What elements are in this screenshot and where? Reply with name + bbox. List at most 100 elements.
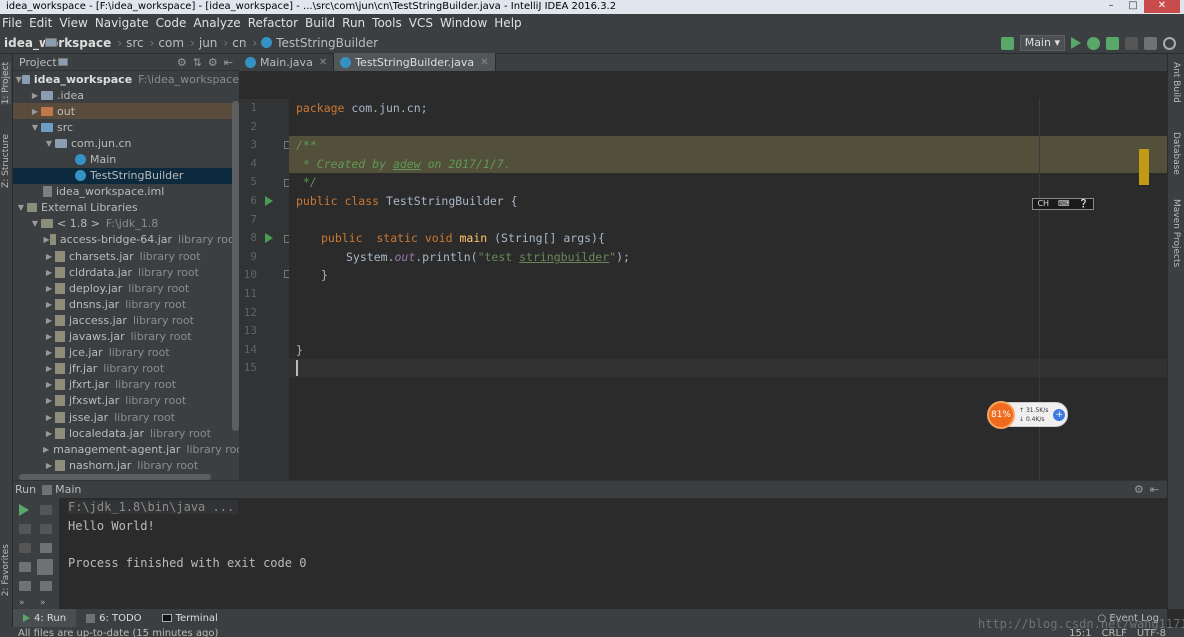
menu-analyze[interactable]: Analyze (191, 16, 245, 30)
menu-code[interactable]: Code (154, 16, 192, 30)
menu-refactor[interactable]: Refactor (246, 16, 303, 30)
keyboard-icon[interactable]: ⌨ (1058, 199, 1070, 209)
run-gutter-icon[interactable] (265, 233, 273, 243)
tool-structure[interactable]: Z: Structure (1, 134, 11, 188)
tab-terminal[interactable]: Terminal (152, 609, 228, 627)
menu-tools[interactable]: Tools (370, 16, 407, 30)
tree-item[interactable]: ▶ charsets.jar library root (13, 248, 239, 264)
run-config-select[interactable]: Main ▾ (1019, 35, 1065, 51)
breadcrumb-class[interactable]: TestStringBuilder (276, 36, 378, 50)
tab-main-java[interactable]: Main.java ✕ (239, 53, 335, 71)
chevron-right-icon[interactable]: ▶ (29, 107, 41, 116)
ime-toolbar[interactable]: CH ⌨ ❔ (1032, 198, 1094, 210)
chevron-down-icon[interactable]: ▼ (29, 123, 41, 132)
minimize-icon[interactable]: – (1100, 0, 1122, 13)
tree-item[interactable]: ▶ dnsns.jar library root (13, 296, 239, 312)
chevron-right-icon[interactable]: ▶ (43, 461, 55, 470)
chevron-right-icon[interactable]: ▶ (43, 364, 55, 373)
settings-icon[interactable]: ⚙ (208, 56, 218, 69)
chevron-right-icon[interactable]: ▶ (43, 380, 55, 389)
tree-item[interactable]: Main (13, 151, 239, 167)
help-icon[interactable]: ❔ (1079, 199, 1089, 209)
restore-layout-icon[interactable] (19, 562, 31, 572)
console-output[interactable]: F:\jdk_1.8\bin\java ... Hello World! Pro… (68, 498, 306, 572)
tree-item[interactable]: idea_workspace.iml (13, 184, 239, 200)
tree-item[interactable]: ▶ jaccess.jar library root (13, 312, 239, 328)
run-icon[interactable] (1071, 37, 1081, 49)
tree-item[interactable]: ▶ access-bridge-64.jar library root (13, 232, 239, 248)
chevron-right-icon[interactable]: ▶ (43, 235, 50, 244)
tree-item[interactable]: ▶ javaws.jar library root (13, 329, 239, 345)
breadcrumb-project[interactable]: idea_workspace (4, 36, 111, 50)
chevron-down-icon[interactable]: ▼ (15, 203, 27, 212)
tree-item[interactable]: ▼ External Libraries (13, 200, 239, 216)
tree-item[interactable]: ▶ jfxswt.jar library root (13, 393, 239, 409)
sync-icon[interactable]: ⚙ (177, 56, 187, 69)
chevron-right-icon[interactable]: ▶ (43, 268, 55, 277)
chevron-right-icon[interactable]: ▶ (43, 429, 55, 438)
tool-ant-build[interactable]: Ant Build (1171, 62, 1181, 103)
tree-item[interactable]: ▼ < 1.8 > F:\jdk_1.8 (13, 216, 239, 232)
tree-item[interactable]: ▶ management-agent.jar library roo (13, 441, 239, 457)
tree-item[interactable]: ▶ jfxrt.jar library root (13, 377, 239, 393)
breadcrumb-cn[interactable]: cn (232, 36, 246, 50)
tab-run[interactable]: 4: Run (13, 609, 77, 627)
chevron-down-icon[interactable]: ▼ (43, 139, 55, 148)
tool-database[interactable]: Database (1171, 132, 1181, 175)
tool-maven-projects[interactable]: Maven Projects (1171, 199, 1181, 267)
more-icon[interactable]: » (40, 598, 46, 608)
tab-todo[interactable]: 6: TODO (76, 609, 151, 627)
stop-icon[interactable] (1125, 36, 1138, 50)
menu-file[interactable]: File (0, 16, 27, 30)
menu-build[interactable]: Build (303, 16, 340, 30)
search-everywhere-icon[interactable] (1163, 36, 1176, 50)
close-tab-icon[interactable]: ✕ (319, 57, 327, 68)
more-icon[interactable]: » (19, 598, 25, 608)
tool-project[interactable]: 1: Project (1, 62, 11, 105)
project-panel-title[interactable]: Project (19, 56, 57, 69)
hide-icon[interactable]: ⇤ (224, 56, 233, 69)
chevron-right-icon[interactable]: ▶ (43, 348, 55, 357)
menu-edit[interactable]: Edit (27, 16, 57, 30)
tree-item[interactable]: ▶ .idea (13, 87, 239, 103)
chevron-down-icon[interactable]: ▼ (29, 219, 41, 228)
dump-threads-icon[interactable] (19, 581, 31, 591)
coverage-icon[interactable] (1106, 36, 1119, 50)
close-icon[interactable]: ✕ (1144, 0, 1180, 13)
project-structure-icon[interactable] (1144, 36, 1157, 50)
tree-item[interactable]: ▼ idea_workspace F:\idea_workspace (13, 71, 239, 87)
menu-view[interactable]: View (57, 16, 92, 30)
chevron-down-icon[interactable]: ▼ (15, 75, 22, 84)
chevron-right-icon[interactable]: ▶ (43, 316, 55, 325)
tab-teststringbuilder-java[interactable]: TestStringBuilder.java ✕ (334, 53, 496, 71)
tree-item[interactable]: ▼ com.jun.cn (13, 135, 239, 151)
tree-item[interactable]: TestStringBuilder (13, 167, 239, 184)
chevron-right-icon[interactable]: ▶ (29, 91, 41, 100)
network-speed-widget[interactable]: 81% ↑ 31.5K/s ↓ 0.4K/s + (987, 400, 1068, 429)
chevron-right-icon[interactable]: ▶ (43, 332, 55, 341)
pause-icon[interactable] (19, 543, 31, 553)
tree-item[interactable]: ▶ nashorn.jar library root (13, 457, 239, 473)
scroll-to-end-icon[interactable] (37, 559, 53, 575)
menu-navigate[interactable]: Navigate (93, 16, 154, 30)
chevron-right-icon[interactable]: ▶ (43, 445, 49, 454)
settings-icon[interactable]: ⚙ (1134, 483, 1144, 496)
close-tab-icon[interactable]: ✕ (480, 57, 488, 68)
chevron-right-icon[interactable]: ▶ (43, 413, 55, 422)
tree-item[interactable]: ▼ src (13, 119, 239, 135)
vertical-scrollbar[interactable] (232, 101, 239, 431)
tree-item[interactable]: ▶ out (13, 103, 239, 120)
run-gutter-icon[interactable] (265, 196, 273, 206)
chevron-right-icon[interactable]: ▶ (43, 252, 55, 261)
breadcrumb-jun[interactable]: jun (199, 36, 218, 50)
rerun-icon[interactable] (19, 504, 29, 516)
hide-icon[interactable]: ⇤ (1150, 483, 1159, 496)
tree-item[interactable]: ▶ cldrdata.jar library root (13, 264, 239, 280)
tree-item[interactable]: ▶ localedata.jar library root (13, 425, 239, 441)
breadcrumb-com[interactable]: com (158, 36, 184, 50)
run-panel-config[interactable]: Main (55, 483, 81, 496)
tree-item[interactable]: ▶ jsse.jar library root (13, 409, 239, 425)
chevron-right-icon[interactable]: ▶ (43, 300, 55, 309)
stop-icon[interactable] (19, 524, 31, 534)
tree-item[interactable]: ▶ jce.jar library root (13, 345, 239, 361)
